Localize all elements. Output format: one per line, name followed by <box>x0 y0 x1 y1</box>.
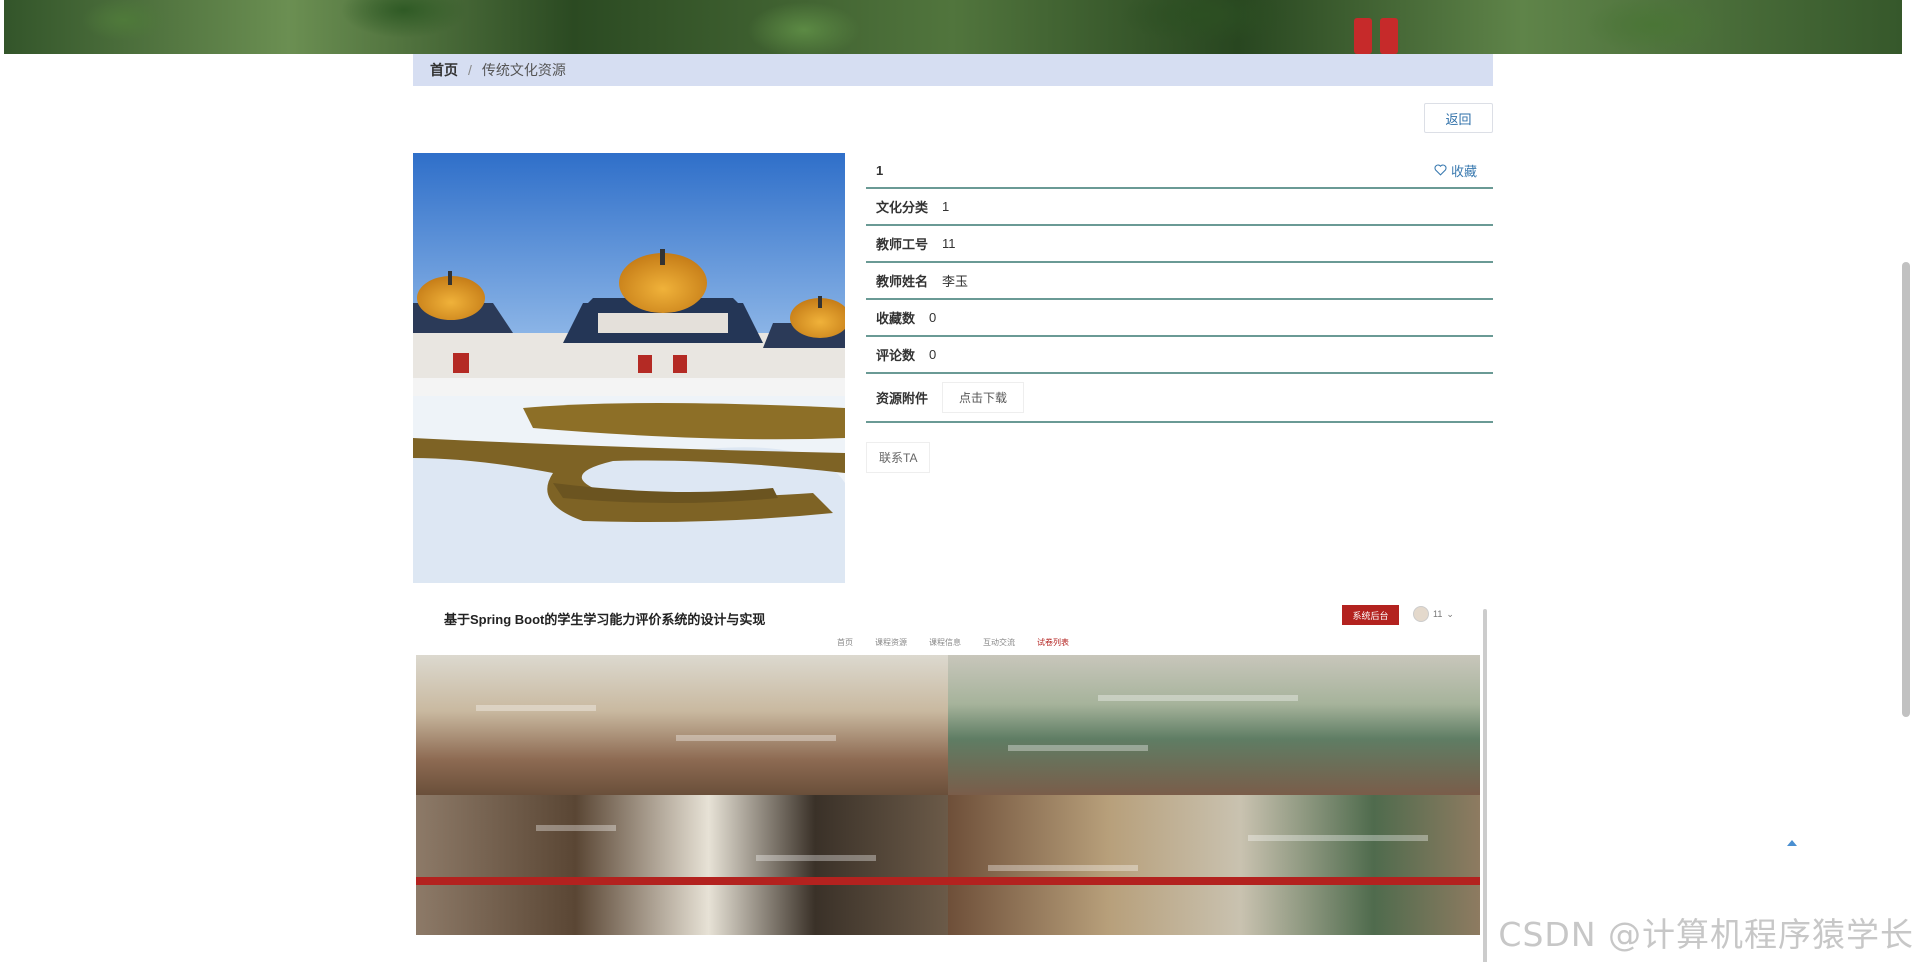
embedded-user-name: 11 <box>1433 609 1443 619</box>
breadcrumb: 首页 / 传统文化资源 <box>413 54 1493 86</box>
field-row-favorites: 收藏数 0 <box>866 300 1493 337</box>
breadcrumb-home[interactable]: 首页 <box>430 60 458 80</box>
embedded-nav-item: 互动交流 <box>983 638 1015 647</box>
title-row: 1 收藏 <box>866 153 1493 189</box>
chevron-down-icon: ⌄ <box>1446 608 1454 619</box>
embedded-user-menu: 11 ⌄ <box>1413 606 1454 622</box>
field-value: 0 <box>929 347 937 362</box>
field-label: 文化分类 <box>876 200 929 215</box>
library-photo <box>948 655 1480 795</box>
embedded-nav-item: 课程资源 <box>875 638 907 647</box>
breadcrumb-separator: / <box>468 62 472 78</box>
resource-info: 1 收藏 文化分类 1 教师工号 11 教师姓名 李玉 收藏数 0 评论数 0 <box>866 153 1493 473</box>
palace-snow-image <box>413 153 845 583</box>
favorite-label: 收藏 <box>1450 163 1477 179</box>
heart-outline-icon <box>1434 164 1447 176</box>
embedded-scrollbar <box>1483 609 1487 962</box>
field-label: 收藏数 <box>876 311 916 326</box>
contact-button[interactable]: 联系TA <box>866 442 931 473</box>
field-value: 李玉 <box>942 274 969 289</box>
library-photo-collage <box>416 655 1480 962</box>
library-photo <box>416 795 948 935</box>
field-row-category: 文化分类 1 <box>866 189 1493 226</box>
page-scrollbar[interactable] <box>1902 262 1910 717</box>
favorite-button[interactable]: 收藏 <box>1434 161 1477 180</box>
lantern-decoration <box>1354 18 1372 54</box>
embedded-site-title: 基于Spring Boot的学生学习能力评价系统的设计与实现 <box>444 612 766 627</box>
watermark: CSDN @计算机程序猿学长 <box>1498 915 1914 954</box>
header-banner-image <box>4 0 1902 54</box>
embedded-nav-item: 首页 <box>837 638 853 647</box>
embedded-nav-item-active: 试卷列表 <box>1037 638 1069 647</box>
resource-image <box>413 153 845 583</box>
field-row-attachment: 资源附件 点击下载 <box>866 374 1493 423</box>
field-row-teacher-name: 教师姓名 李玉 <box>866 263 1493 300</box>
back-to-top-icon[interactable] <box>1787 840 1797 846</box>
field-label: 评论数 <box>876 348 916 363</box>
breadcrumb-current: 传统文化资源 <box>481 62 566 78</box>
embedded-admin-button: 系统后台 <box>1342 605 1399 625</box>
field-row-comments: 评论数 0 <box>866 337 1493 374</box>
field-value: 0 <box>929 310 937 325</box>
back-button[interactable]: 返回 <box>1424 103 1493 133</box>
embedded-screenshot: 基于Spring Boot的学生学习能力评价系统的设计与实现 系统后台 11 ⌄… <box>413 597 1493 962</box>
detail-page: 首页 / 传统文化资源 返回 1 收藏 文化分类 1 教师工号 11 教师姓名 … <box>413 54 1493 962</box>
field-label: 教师工号 <box>876 237 929 252</box>
resource-title: 1 <box>876 162 884 178</box>
download-button[interactable]: 点击下载 <box>942 382 1025 413</box>
avatar <box>1413 606 1429 622</box>
library-photo <box>416 655 948 795</box>
library-photo <box>948 795 1480 935</box>
embedded-nav-item: 课程信息 <box>929 638 961 647</box>
embedded-footer-bar <box>416 877 1480 885</box>
field-value: 11 <box>942 236 956 251</box>
field-label: 资源附件 <box>876 391 929 406</box>
lantern-decoration <box>1380 18 1398 54</box>
embedded-nav: 首页 课程资源 课程信息 互动交流 试卷列表 <box>413 637 1493 648</box>
field-row-teacher-id: 教师工号 11 <box>866 226 1493 263</box>
field-label: 教师姓名 <box>876 274 929 289</box>
field-value: 1 <box>942 199 950 214</box>
